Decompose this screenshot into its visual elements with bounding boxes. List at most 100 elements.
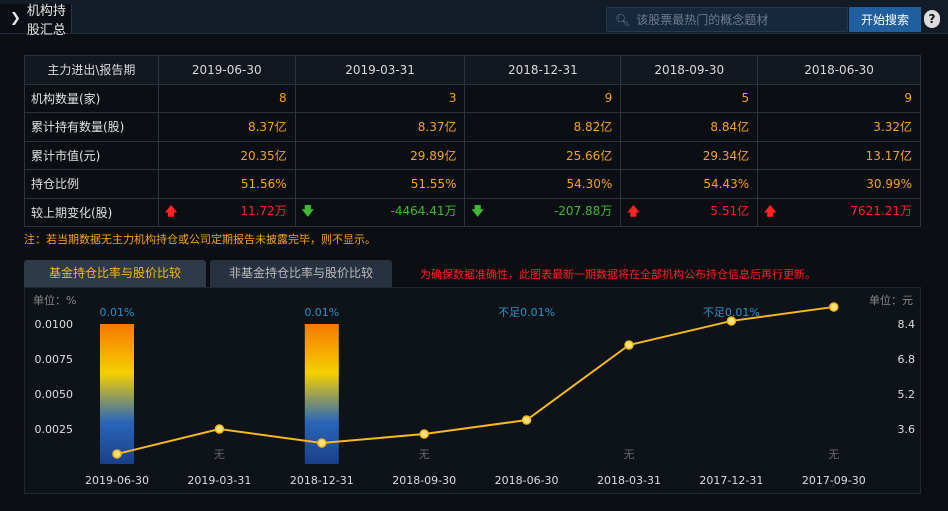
table-cell: 8.82亿 bbox=[464, 112, 622, 142]
price-point bbox=[624, 340, 634, 350]
price-line bbox=[116, 305, 834, 455]
table-cell: 25.66亿 bbox=[464, 140, 622, 170]
row-label: 持仓比例 bbox=[24, 169, 159, 199]
table-row: 较上期变化(股) 🡅 11.72万 🡇 -4464.41万 🡇 -207.88万 🡅 5.51亿… bbox=[24, 197, 921, 227]
title-text: 机构持股汇总 bbox=[26, 3, 66, 38]
row-label: 累计市值(元) bbox=[24, 140, 159, 170]
row-label: 机构数量(家) bbox=[24, 83, 159, 113]
x-tick-label: 2018-12-31 bbox=[290, 474, 354, 487]
search-button[interactable]: 开始搜索 bbox=[849, 7, 921, 32]
table-header-row: 主力进出\报告期 2019-06-30 2019-03-31 2018-12-31 20… bbox=[24, 55, 921, 85]
cell-value: 20.35亿 bbox=[240, 148, 287, 163]
note-text: 注：若当期数据无主力机构持仓或公司定期报告未披露完毕，则不显示。 bbox=[24, 233, 376, 246]
cell-value: 9 bbox=[904, 91, 912, 106]
cell-value: 8.37亿 bbox=[417, 120, 457, 135]
x-tick-label: 2018-06-30 bbox=[495, 474, 559, 487]
cell-value: 11.72万 bbox=[240, 203, 287, 218]
right-tick-label: 5.2 bbox=[898, 388, 916, 401]
column-header: 2018-06-30 bbox=[757, 55, 921, 85]
cell-value: -207.88万 bbox=[553, 203, 613, 218]
table-cell: 29.89亿 bbox=[294, 140, 466, 170]
table-row: 机构数量(家) 8 3 9 5 9 bbox=[24, 83, 921, 113]
cell-value: 30.99% bbox=[866, 176, 912, 191]
table-cell: 30.99% bbox=[757, 169, 921, 199]
cell-value: 8.84亿 bbox=[710, 120, 750, 135]
table-cell: 🡅 5.51亿 bbox=[620, 197, 759, 227]
tab-fund-ratio[interactable]: 基金持仓比率与股价比较 bbox=[24, 260, 206, 287]
table-cell: 🡅 7621.21万 bbox=[757, 197, 921, 227]
chart-area: 单位：% 单位：元 0.0100 0.0075 0.0050 0.0025 8.4 6.8 5.… bbox=[24, 287, 921, 494]
bar-label: 无 bbox=[624, 448, 635, 461]
cell-value: 13.17亿 bbox=[865, 148, 912, 163]
table-cell: 54.30% bbox=[464, 169, 622, 199]
table-cell: 3 bbox=[294, 83, 466, 113]
table-row: 持仓比例 51.56% 51.55% 54.30% 54.43% 30.99% bbox=[24, 169, 921, 199]
arrow-up-icon: 🡅 bbox=[164, 203, 178, 218]
search-placeholder: 该股票最热门的概念题材 bbox=[636, 13, 769, 27]
bar-label: 不足0.01% bbox=[498, 306, 555, 319]
table-cell: 3.32亿 bbox=[757, 112, 921, 142]
left-tick-label: 0.0050 bbox=[35, 388, 74, 401]
cell-value: 3 bbox=[448, 91, 457, 106]
bar-label: 无 bbox=[214, 448, 225, 461]
table-cell: 51.55% bbox=[294, 169, 466, 199]
right-tick-label: 8.4 bbox=[898, 318, 916, 331]
table-cell: 🡇 -4464.41万 bbox=[294, 197, 466, 227]
search-icon: 🔍︎ bbox=[615, 12, 631, 27]
table-cell: 8.84亿 bbox=[620, 112, 759, 142]
table-cell: 51.56% bbox=[157, 169, 296, 199]
table-cell: 8.37亿 bbox=[294, 112, 466, 142]
column-header: 主力进出\报告期 bbox=[24, 55, 159, 85]
cell-value: 5 bbox=[741, 91, 750, 106]
price-point bbox=[317, 438, 327, 448]
left-axis-label: 单位：% bbox=[33, 293, 76, 307]
right-axis-label: 单位：元 bbox=[869, 293, 913, 307]
table-cell: 20.35亿 bbox=[157, 140, 296, 170]
cell-value: 9 bbox=[604, 91, 613, 106]
x-tick-label: 2019-06-30 bbox=[85, 474, 149, 487]
table-cell: 🡅 11.72万 bbox=[157, 197, 296, 227]
arrow-up-icon: 🡅 bbox=[764, 203, 777, 218]
bar-label: 0.01% bbox=[100, 306, 135, 319]
price-point bbox=[829, 302, 839, 312]
tab-non-fund-ratio[interactable]: 非基金持仓比率与股价比较 bbox=[210, 260, 392, 287]
chart-svg: 单位：% 单位：元 0.0100 0.0075 0.0050 0.0025 8.4 6.8 5.… bbox=[33, 293, 916, 487]
table-cell: 9 bbox=[757, 83, 921, 113]
left-tick-label: 0.0100 bbox=[35, 318, 74, 331]
table-cell: 54.43% bbox=[620, 169, 759, 199]
cell-value: 5.51亿 bbox=[710, 203, 750, 218]
arrow-up-icon: 🡅 bbox=[627, 203, 640, 218]
cell-value: 8 bbox=[279, 91, 287, 106]
cell-value: 25.66亿 bbox=[565, 148, 613, 163]
search-input[interactable]: 🔍︎ 该股票最热门的概念题材 bbox=[606, 7, 848, 32]
column-header: 2019-06-30 bbox=[157, 55, 296, 85]
cell-value: 51.56% bbox=[240, 176, 287, 191]
table-cell: 8 bbox=[157, 83, 296, 113]
left-tick-label: 0.0025 bbox=[35, 423, 74, 436]
column-header: 2018-12-31 bbox=[464, 55, 622, 85]
column-header: 2018-09-30 bbox=[620, 55, 759, 85]
cell-value: 8.37亿 bbox=[247, 120, 287, 135]
price-point bbox=[521, 415, 532, 425]
chevron-right-icon: ❯ bbox=[10, 11, 21, 26]
bar-label: 无 bbox=[419, 448, 430, 461]
column-header: 2019-03-31 bbox=[294, 55, 466, 85]
bar bbox=[100, 324, 134, 464]
price-point bbox=[112, 449, 122, 459]
price-point bbox=[726, 316, 737, 326]
holdings-table: 主力进出\报告期 2019-06-30 2019-03-31 2018-12-31 20… bbox=[24, 55, 921, 227]
price-point bbox=[214, 424, 225, 434]
cell-value: 54.30% bbox=[566, 176, 613, 191]
row-label: 较上期变化(股) bbox=[24, 197, 159, 227]
table-cell: 5 bbox=[620, 83, 759, 113]
right-tick-label: 3.6 bbox=[898, 423, 916, 436]
right-tick-label: 6.8 bbox=[898, 353, 916, 366]
help-icon[interactable]: ? bbox=[924, 10, 940, 28]
x-tick-label: 2018-03-31 bbox=[597, 474, 661, 487]
price-point bbox=[419, 429, 429, 439]
cell-value: 8.82亿 bbox=[573, 120, 613, 135]
cell-value: 54.43% bbox=[703, 176, 750, 191]
cell-value: -4464.41万 bbox=[390, 203, 457, 218]
table-cell: 13.17亿 bbox=[757, 140, 921, 170]
bar-label: 0.01% bbox=[304, 306, 339, 319]
